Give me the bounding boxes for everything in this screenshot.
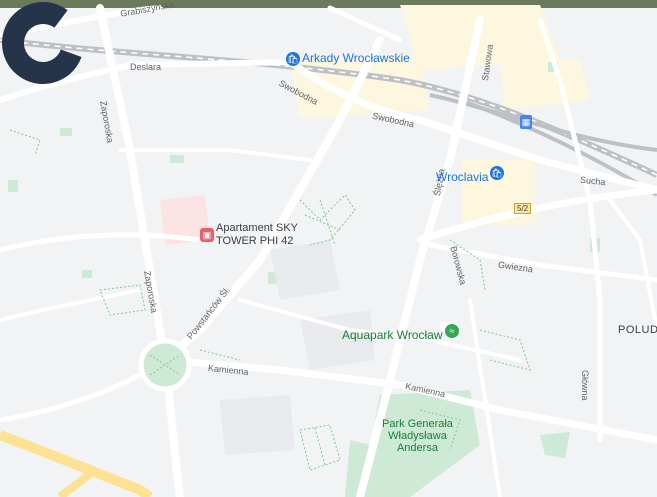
- map-base-layer: [0, 0, 657, 497]
- park-name-line1: Park Generała: [382, 418, 453, 430]
- park-name-line3: Andersa: [396, 442, 438, 454]
- road-number-shield: 5/2: [514, 203, 532, 214]
- poi-label-park[interactable]: Park Generała Władysława Andersa: [382, 418, 453, 454]
- hotel-name-line1: Apartament SKY: [216, 222, 298, 234]
- swimming-icon[interactable]: ≈: [445, 324, 459, 338]
- shopping-bag-icon[interactable]: 🛍: [490, 166, 504, 180]
- street-label: Deslara: [130, 62, 162, 72]
- poi-label-aquapark[interactable]: Aquapark Wrocław: [342, 328, 443, 342]
- hotel-name-line2: TOWER PHI 42: [216, 235, 294, 247]
- poi-label-wroclavia[interactable]: Wroclavia: [436, 170, 488, 184]
- poi-label-arkady[interactable]: Arkady Wrocławskie: [302, 51, 410, 65]
- park-name-line2: Władysława: [388, 430, 447, 442]
- roundabout: [138, 338, 192, 392]
- district-label: POLUDN: [618, 324, 657, 336]
- street-label: Główna: [580, 370, 590, 401]
- map-canvas[interactable]: Grabiszyńska Deslara Zaporoska Zaporoska…: [0, 0, 657, 497]
- shopping-bag-icon[interactable]: 🛍: [286, 52, 300, 66]
- poi-label-hotel[interactable]: Apartament SKY TOWER PHI 42: [216, 222, 298, 248]
- bed-icon[interactable]: ▣: [200, 228, 214, 242]
- loading-spinner-icon: [2, 2, 84, 84]
- train-icon[interactable]: ▦: [520, 115, 532, 129]
